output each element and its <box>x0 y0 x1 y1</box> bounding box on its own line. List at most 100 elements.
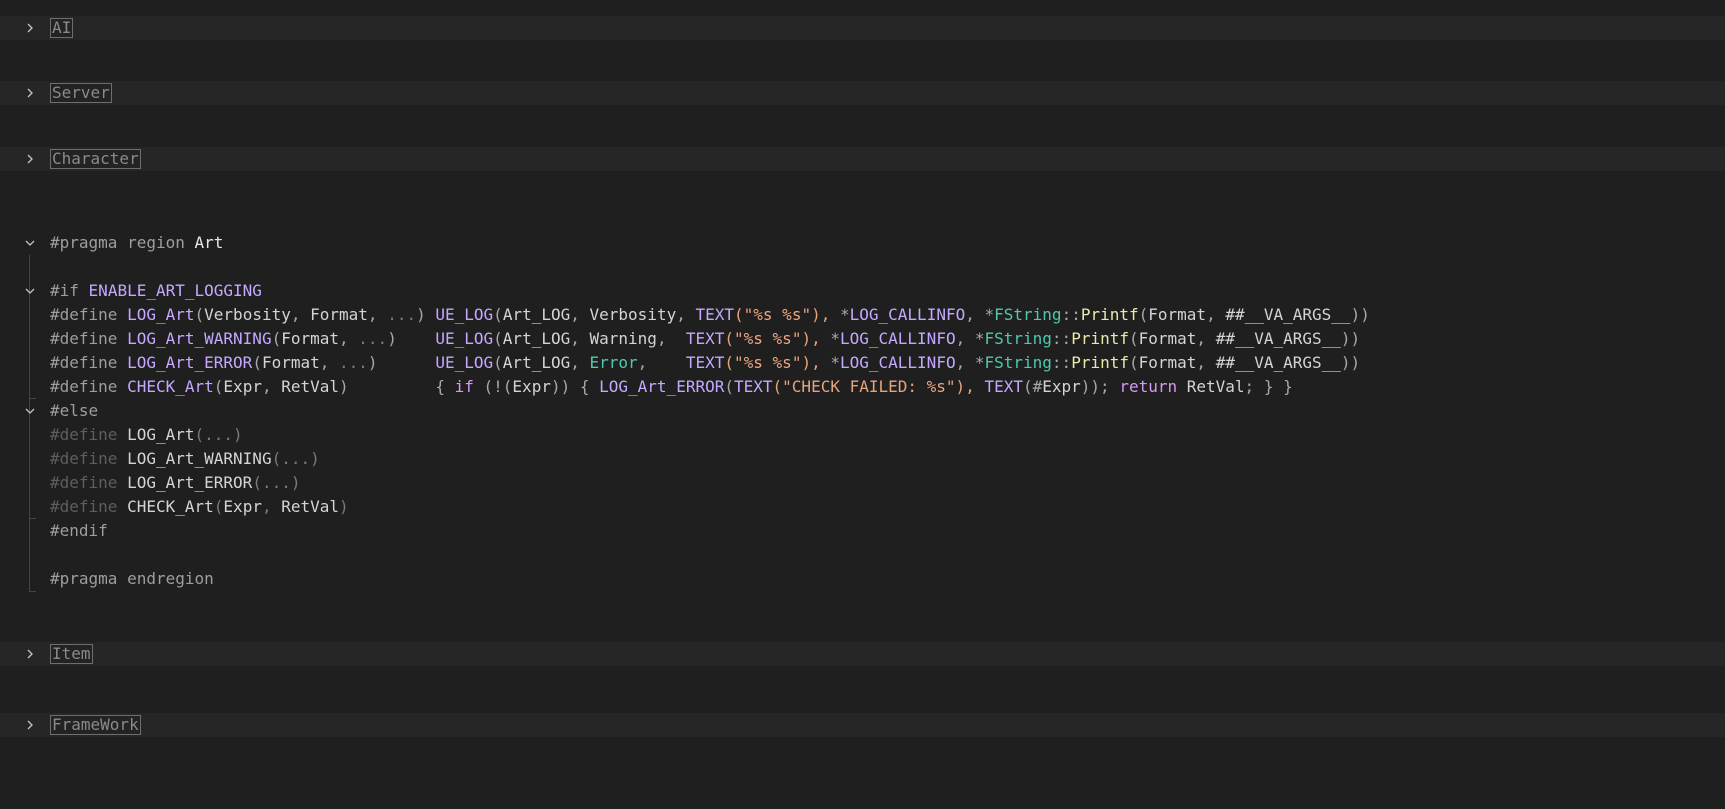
class-name: FString <box>984 329 1052 348</box>
define-keyword: #define <box>50 473 118 492</box>
code-line-inactive-check-art: #define CHECK_Art(Expr, RetVal) <box>0 495 1725 519</box>
param: RetVal <box>1177 377 1245 396</box>
format-specifier: %s %s <box>743 329 792 348</box>
punct: ( <box>213 497 224 516</box>
punct: ( <box>194 305 205 324</box>
punct: , <box>1196 353 1216 372</box>
verbosity: Verbosity <box>589 305 677 324</box>
code-line-pragma-region: #pragma region Art <box>0 231 1725 255</box>
param: Format <box>1138 329 1197 348</box>
punct: , <box>319 353 340 372</box>
punct: ( <box>1128 353 1139 372</box>
param: Verbosity <box>204 305 291 324</box>
define-keyword: #define <box>50 497 118 516</box>
code-line-define-check-art: #define CHECK_Art(Expr, RetVal) { if (!(… <box>0 375 1725 399</box>
punct: ) <box>387 329 397 348</box>
punct: ( <box>213 377 224 396</box>
folded-region-label[interactable]: AI <box>50 18 74 38</box>
string: (" <box>724 353 744 372</box>
punct: ) <box>339 497 349 516</box>
param: Format <box>310 305 368 324</box>
chevron-right-icon[interactable] <box>22 642 38 666</box>
chevron-down-icon[interactable] <box>22 399 38 423</box>
log-category: Art_LOG <box>502 305 571 324</box>
ellipsis: ... <box>387 305 417 324</box>
punct: , <box>955 329 975 348</box>
code-line-if: #if ENABLE_ART_LOGGING <box>0 279 1725 303</box>
code-line-define-log-art: #define LOG_Art(Verbosity, Format, ...) … <box>0 303 1725 327</box>
punct: , <box>261 497 282 516</box>
param: Format <box>1138 353 1197 372</box>
chevron-right-icon[interactable] <box>22 16 38 40</box>
punct: , <box>1196 329 1216 348</box>
param: Format <box>261 353 320 372</box>
macro-name: LOG_Art_WARNING <box>127 329 272 348</box>
define-keyword: #define <box>50 305 118 324</box>
punct: ) <box>367 353 378 372</box>
code-line-inactive-log-art-warning: #define LOG_Art_WARNING(...) <box>0 447 1725 471</box>
punct: , <box>965 305 985 324</box>
endif-keyword: #endif <box>50 521 108 540</box>
else-keyword: #else <box>50 401 99 420</box>
macro-name: LOG_Art <box>127 425 195 444</box>
folded-region-label[interactable]: FrameWork <box>50 715 141 735</box>
macro-args: (...) <box>252 473 301 492</box>
string: (" <box>772 377 792 396</box>
punct: )) <box>1340 353 1361 372</box>
text-macro: TEXT <box>685 353 725 372</box>
if-keyword: #if <box>50 281 79 300</box>
macro-name: LOG_Art <box>127 305 195 324</box>
punct: )) { <box>550 377 600 396</box>
macro-args: (...) <box>194 425 243 444</box>
code-line-endif: #endif <box>0 519 1725 543</box>
folded-region-label[interactable]: Item <box>50 644 93 664</box>
param: Expr <box>223 377 262 396</box>
format-specifier: %s <box>926 377 946 396</box>
code-editor[interactable]: AI Server Character #pragma region Art #… <box>0 0 1725 801</box>
chevron-down-icon[interactable] <box>22 231 38 255</box>
punct: )) <box>1350 305 1370 324</box>
chevron-right-icon[interactable] <box>22 147 38 171</box>
param: RetVal <box>281 497 340 516</box>
folded-region-label[interactable]: Server <box>50 83 112 103</box>
string: "), <box>791 329 831 348</box>
string: "), <box>791 353 831 372</box>
class-name: FString <box>984 353 1052 372</box>
punct: ( <box>1128 329 1139 348</box>
chevron-right-icon[interactable] <box>22 81 38 105</box>
punct: (# <box>1022 377 1043 396</box>
define-keyword: #define <box>50 377 118 396</box>
punct: ; } } <box>1244 377 1293 396</box>
define-keyword: #define <box>50 329 118 348</box>
punct: , <box>570 305 590 324</box>
macro-name: LOG_Art_ERROR <box>127 353 253 372</box>
if-keyword: if <box>454 377 474 396</box>
punct: ( <box>493 353 503 372</box>
punct: * <box>839 305 850 324</box>
punct: , <box>570 329 590 348</box>
va-args: ##__VA_ARGS__ <box>1215 353 1341 372</box>
folded-region-item: Item <box>0 642 1725 666</box>
pragma-keyword: #pragma region <box>50 233 185 252</box>
string: "), <box>801 305 840 324</box>
punct: ( <box>493 305 503 324</box>
param: Expr <box>223 497 262 516</box>
string: "), <box>945 377 985 396</box>
punct: :: <box>1051 329 1072 348</box>
text-macro: TEXT <box>695 305 735 324</box>
punct: (!( <box>473 377 513 396</box>
folded-region-label[interactable]: Character <box>50 149 141 169</box>
punct: :: <box>1051 353 1072 372</box>
punct: ( <box>252 353 262 372</box>
punct: , <box>367 305 388 324</box>
folded-region-character: Character <box>0 147 1725 171</box>
chevron-right-icon[interactable] <box>22 713 38 737</box>
punct: , <box>955 353 975 372</box>
param: RetVal <box>281 377 340 396</box>
code-line-pragma-endregion: #pragma endregion <box>0 567 1725 591</box>
chevron-down-icon[interactable] <box>22 279 38 303</box>
